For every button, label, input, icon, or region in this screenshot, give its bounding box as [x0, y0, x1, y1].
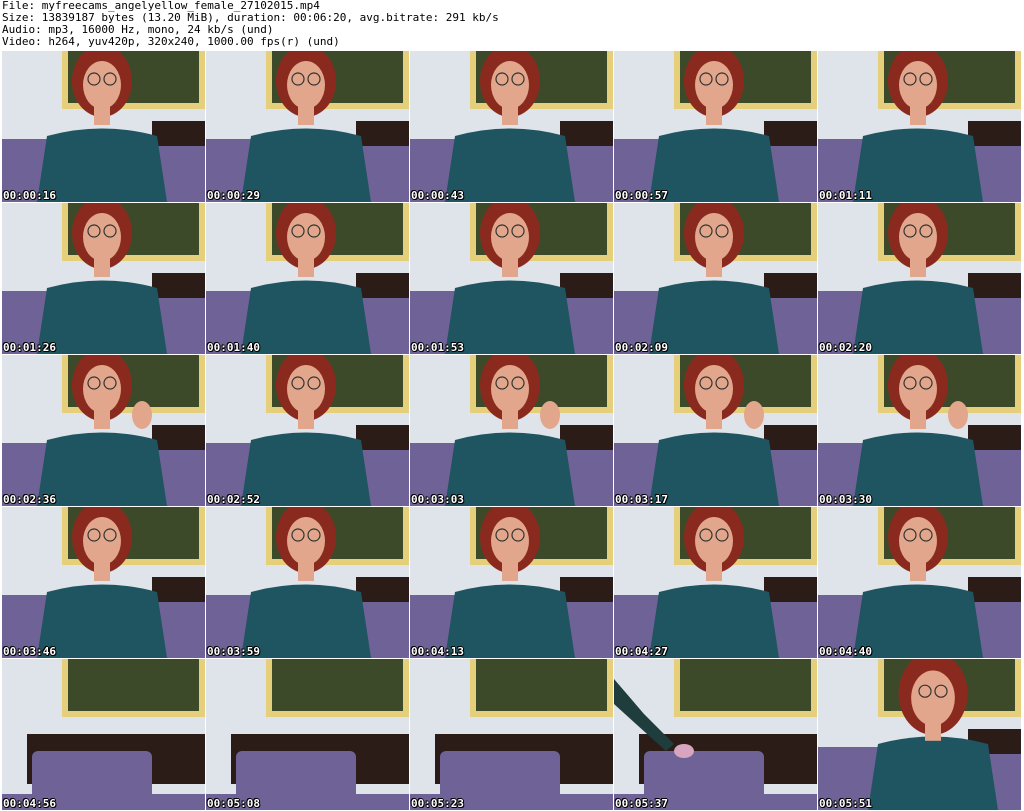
frame-image: [818, 51, 1021, 202]
frame-image: [614, 355, 817, 506]
video-thumbnail: 00:05:23: [410, 659, 613, 810]
frame-image: [410, 51, 613, 202]
frame-timestamp: 00:02:09: [615, 341, 668, 354]
frame-image: [818, 203, 1021, 354]
frame-timestamp: 00:04:40: [819, 645, 872, 658]
video-thumbnail: 00:03:03: [410, 355, 613, 506]
file-info-header: File: myfreecams_angelyellow_female_2710…: [2, 0, 1022, 50]
video-thumbnail: 00:02:09: [614, 203, 817, 354]
frame-timestamp: 00:04:13: [411, 645, 464, 658]
video-thumbnail: 00:03:30: [818, 355, 1021, 506]
frame-timestamp: 00:02:52: [207, 493, 260, 506]
frame-timestamp: 00:00:16: [3, 189, 56, 202]
video-thumbnail: 00:00:57: [614, 51, 817, 202]
frame-image: [2, 507, 205, 658]
frame-timestamp: 00:03:17: [615, 493, 668, 506]
frame-timestamp: 00:00:57: [615, 189, 668, 202]
video-thumbnail: 00:02:20: [818, 203, 1021, 354]
video-thumbnail: 00:00:16: [2, 51, 205, 202]
frame-timestamp: 00:01:53: [411, 341, 464, 354]
frame-image: [206, 659, 409, 810]
video-thumbnail: 00:04:27: [614, 507, 817, 658]
frame-timestamp: 00:04:56: [3, 797, 56, 810]
frame-timestamp: 00:03:30: [819, 493, 872, 506]
frame-image: [410, 203, 613, 354]
video-thumbnail: 00:05:08: [206, 659, 409, 810]
frame-timestamp: 00:04:27: [615, 645, 668, 658]
frame-image: [614, 203, 817, 354]
frame-timestamp: 00:02:20: [819, 341, 872, 354]
frame-timestamp: 00:03:03: [411, 493, 464, 506]
frame-image: [2, 51, 205, 202]
video-thumbnail: 00:04:13: [410, 507, 613, 658]
video-thumbnail: 00:00:43: [410, 51, 613, 202]
frame-timestamp: 00:00:43: [411, 189, 464, 202]
frame-image: [2, 659, 205, 810]
video-info-line: Video: h264, yuv420p, 320x240, 1000.00 f…: [2, 35, 340, 48]
frame-image: [410, 355, 613, 506]
frame-image: [818, 507, 1021, 658]
frame-timestamp: 00:00:29: [207, 189, 260, 202]
video-thumbnail: 00:00:29: [206, 51, 409, 202]
video-thumbnail: 00:05:51: [818, 659, 1021, 810]
frame-timestamp: 00:03:59: [207, 645, 260, 658]
frame-image: [614, 507, 817, 658]
frame-timestamp: 00:05:23: [411, 797, 464, 810]
frame-image: [614, 51, 817, 202]
frame-timestamp: 00:03:46: [3, 645, 56, 658]
frame-image: [206, 355, 409, 506]
frame-image: [410, 507, 613, 658]
frame-image: [614, 659, 817, 810]
video-thumbnail: 00:05:37: [614, 659, 817, 810]
frame-timestamp: 00:01:26: [3, 341, 56, 354]
video-thumbnail: 00:01:40: [206, 203, 409, 354]
video-thumbnail: 00:02:52: [206, 355, 409, 506]
frame-timestamp: 00:01:40: [207, 341, 260, 354]
frame-image: [206, 203, 409, 354]
video-thumbnail: 00:01:53: [410, 203, 613, 354]
video-thumbnail: 00:01:26: [2, 203, 205, 354]
frame-timestamp: 00:02:36: [3, 493, 56, 506]
frame-image: [818, 355, 1021, 506]
video-thumbnail: 00:01:11: [818, 51, 1021, 202]
frame-timestamp: 00:05:37: [615, 797, 668, 810]
frame-image: [206, 507, 409, 658]
video-thumbnail: 00:04:40: [818, 507, 1021, 658]
video-thumbnail: 00:03:17: [614, 355, 817, 506]
frame-image: [206, 51, 409, 202]
video-thumbnail: 00:04:56: [2, 659, 205, 810]
frame-image: [818, 659, 1021, 810]
video-thumbnail: 00:03:46: [2, 507, 205, 658]
frame-image: [2, 203, 205, 354]
thumbnail-grid: 00:00:16 00:00:29 00:00:43 00:00:57 00:01:11…: [2, 51, 1021, 810]
frame-timestamp: 00:05:51: [819, 797, 872, 810]
frame-image: [410, 659, 613, 810]
frame-timestamp: 00:01:11: [819, 189, 872, 202]
video-thumbnail: 00:03:59: [206, 507, 409, 658]
video-thumbnail: 00:02:36: [2, 355, 205, 506]
frame-image: [2, 355, 205, 506]
frame-timestamp: 00:05:08: [207, 797, 260, 810]
